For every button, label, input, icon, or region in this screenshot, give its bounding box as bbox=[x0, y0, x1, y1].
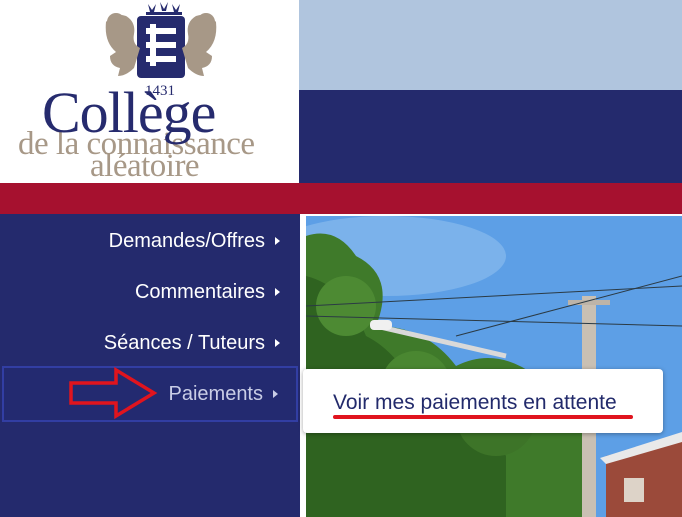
fleur-de-lis-icon bbox=[146, 2, 182, 15]
campus-photo-image bbox=[306, 216, 682, 517]
sidebar-item-label: Paiements bbox=[168, 382, 264, 405]
paiements-submenu: Voir mes paiements en attente bbox=[303, 369, 663, 433]
sidebar-item-label: Demandes/Offres bbox=[108, 229, 265, 252]
logo-subtitle-line2: aléatoire bbox=[90, 148, 200, 184]
caret-right-icon bbox=[273, 390, 278, 398]
campus-photo bbox=[306, 216, 682, 517]
logo-title: Collège bbox=[42, 80, 216, 145]
caret-right-icon bbox=[275, 339, 280, 347]
header-band-dark bbox=[299, 90, 682, 183]
sidebar-item-demandes-offres[interactable]: Demandes/Offres bbox=[2, 215, 298, 267]
header-band-light bbox=[299, 0, 682, 90]
voir-paiements-en-attente-link[interactable]: Voir mes paiements en attente bbox=[333, 391, 617, 415]
sidebar-item-label: Commentaires bbox=[134, 280, 265, 303]
college-logo[interactable]: 1431 de la connaissance aléatoire Collèg… bbox=[0, 0, 299, 183]
header-band-red bbox=[0, 183, 682, 214]
annotation-underline bbox=[333, 415, 633, 419]
caret-right-icon bbox=[275, 237, 280, 245]
sidebar-item-seances-tuteurs[interactable]: Séances / Tuteurs bbox=[2, 317, 298, 369]
caret-right-icon bbox=[275, 288, 280, 296]
annotation-arrow-icon bbox=[69, 366, 158, 420]
sidebar-item-label: Séances / Tuteurs bbox=[103, 331, 265, 354]
sidebar-item-commentaires[interactable]: Commentaires bbox=[2, 266, 298, 318]
